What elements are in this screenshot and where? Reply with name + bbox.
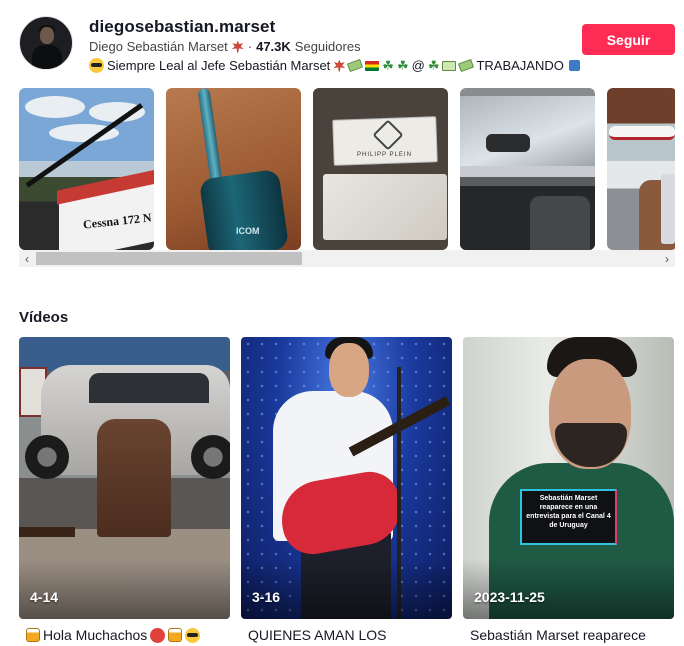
story-caption: ICOM	[236, 226, 260, 236]
money-icon	[458, 58, 475, 73]
video-title-text: QUIENES AMAN LOS	[248, 627, 387, 643]
video-card-3[interactable]: Sebastián Marset reaparece en una entrev…	[463, 337, 674, 619]
avatar-body	[32, 45, 62, 69]
profile-subline: Diego Sebastián Marset · 47.3K Seguidore…	[89, 39, 361, 54]
video-title-3[interactable]: Sebastián Marset reaparece	[470, 627, 646, 643]
maple-leaf-icon	[231, 40, 244, 53]
chevron-left-icon[interactable]: ‹	[21, 253, 33, 265]
clover-icon: ☘	[382, 58, 394, 73]
bio-text-3: TRABAJANDO	[476, 58, 564, 73]
bio-text-2: @	[411, 58, 425, 73]
story-caption: PHILIPP PLEIN	[357, 152, 412, 158]
story-hangar[interactable]	[607, 88, 675, 250]
singer-head	[329, 343, 369, 397]
car-window	[89, 373, 209, 403]
story-car-interior[interactable]	[460, 88, 595, 250]
rear-mirror	[486, 134, 530, 152]
plane-shape	[609, 126, 675, 140]
bio: Siempre Leal al Jefe Sebastián Marset ☘ …	[89, 58, 580, 73]
video-card-2[interactable]: 3-16	[241, 337, 452, 619]
maple-leaf-icon	[333, 59, 346, 72]
video-title-text: Sebastián Marset reaparece	[470, 627, 646, 643]
clover-icon: ☘	[427, 58, 440, 73]
windshield	[460, 96, 595, 166]
phone-shape	[661, 174, 675, 244]
video-title-1[interactable]: Hola Muchachos	[26, 627, 201, 643]
beer-emoji-icon	[26, 628, 40, 642]
angry-emoji-icon	[150, 627, 166, 643]
video-date: 3-16	[252, 589, 281, 605]
avatar-head	[40, 27, 54, 44]
wheel	[191, 435, 230, 479]
video-date: 4-14	[30, 589, 59, 605]
avatar[interactable]	[19, 16, 73, 70]
video-date: 2023-11-25	[474, 589, 545, 605]
story-scrollbar[interactable]: ‹ ›	[19, 250, 675, 267]
chevron-right-icon[interactable]: ›	[661, 253, 673, 265]
clover-icon: ☘	[396, 58, 409, 73]
video-card-1[interactable]: 4-14	[19, 337, 230, 619]
banknote-icon	[442, 60, 457, 71]
video-title-2[interactable]: QUIENES AMAN LOS	[248, 627, 386, 643]
radio-body	[198, 168, 290, 250]
followers-count: 47.3K	[256, 39, 291, 54]
beer-emoji-icon	[168, 628, 183, 642]
sunglasses-emoji-icon	[89, 58, 104, 73]
money-icon	[347, 58, 364, 73]
video-title-text: Hola Muchachos	[43, 627, 148, 643]
side-table	[19, 527, 75, 537]
videos-section-title: Vídeos	[19, 309, 69, 326]
bolivia-flag-icon	[365, 60, 380, 71]
carved-chair	[97, 419, 171, 537]
lock-emoji-icon	[568, 60, 580, 71]
news-caption: Sebastián Marset reaparece en una entrev…	[520, 489, 617, 545]
story-carousel: Cessna 172 N ICOM PHILIPP PLEIN	[19, 88, 675, 250]
car-seat	[530, 196, 590, 250]
scrollbar-thumb[interactable]	[36, 252, 302, 265]
followers-label: Seguidores	[294, 39, 361, 54]
story-packages[interactable]: PHILIPP PLEIN	[313, 88, 448, 250]
follow-button[interactable]: Seguir	[582, 24, 675, 55]
sunglasses-emoji-icon	[185, 627, 201, 643]
username[interactable]: diegosebastian.marset	[89, 17, 275, 37]
cloud-shape	[25, 96, 85, 118]
wheel	[25, 435, 69, 479]
display-name: Diego Sebastián Marset	[89, 39, 228, 54]
package-bottom	[323, 174, 447, 240]
story-cessna[interactable]: Cessna 172 N	[19, 88, 154, 250]
separator: ·	[247, 39, 253, 54]
story-radio[interactable]: ICOM	[166, 88, 301, 250]
radio-antenna	[197, 88, 223, 184]
bio-text-1: Siempre Leal al Jefe Sebastián Marset	[107, 58, 331, 73]
